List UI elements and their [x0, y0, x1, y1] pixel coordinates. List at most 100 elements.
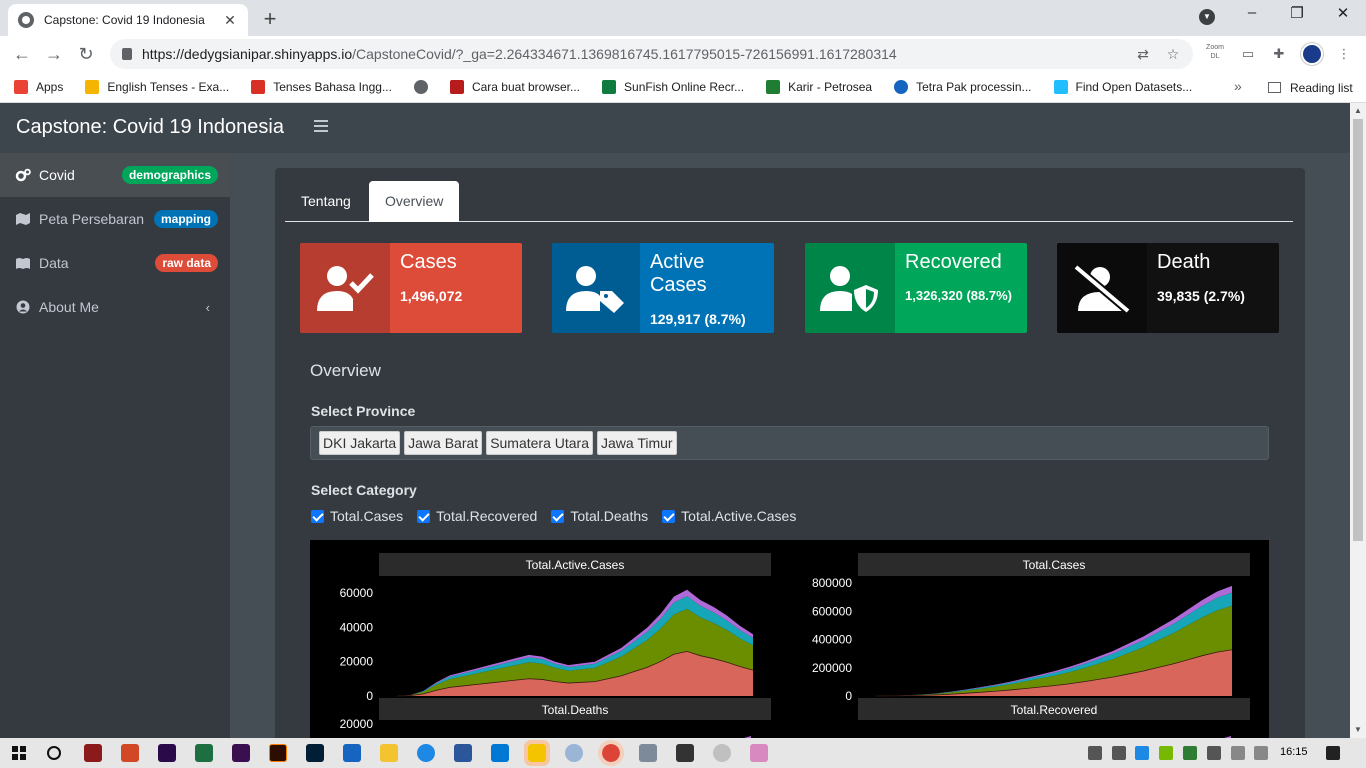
- search-icon[interactable]: [47, 746, 61, 760]
- sticky-notes-icon[interactable]: [524, 740, 550, 766]
- tab-overview[interactable]: Overview: [369, 181, 460, 222]
- extensions-puzzle-icon[interactable]: ✚: [1268, 43, 1290, 65]
- sidebar: Covid demographics Peta Persebaran mappi…: [0, 153, 230, 738]
- volume-icon[interactable]: [1254, 746, 1268, 760]
- excel-icon[interactable]: [195, 744, 213, 762]
- file-explorer-icon[interactable]: [380, 744, 398, 762]
- bookmark-item[interactable]: Cara buat browser...: [449, 80, 580, 94]
- chat-extension-icon[interactable]: ▭: [1237, 43, 1259, 65]
- address-bar[interactable]: https://dedygsianipar.shinyapps.io/Capst…: [110, 39, 1193, 69]
- category-checkbox[interactable]: Total.Cases: [311, 508, 403, 524]
- sidebar-item-about-me[interactable]: About Me ‹: [0, 285, 230, 329]
- clock[interactable]: 16:15: [1280, 746, 1308, 758]
- y-tick-label: 20000: [340, 655, 374, 669]
- checkbox-checked-icon[interactable]: [662, 509, 676, 523]
- sidebar-item-covid[interactable]: Covid demographics: [0, 153, 230, 197]
- category-checkbox[interactable]: Total.Deaths: [551, 508, 648, 524]
- bookmark-item[interactable]: Tenses Bahasa Ingg...: [251, 80, 392, 94]
- browser-tab[interactable]: Capstone: Covid 19 Indonesia ✕: [8, 4, 248, 36]
- y-tick-label: 800000: [812, 576, 852, 590]
- checkbox-checked-icon[interactable]: [551, 509, 565, 523]
- restore-icon[interactable]: ❐: [1282, 4, 1312, 22]
- province-chip[interactable]: Jawa Timur: [597, 431, 677, 455]
- powerpoint-icon[interactable]: [121, 744, 139, 762]
- province-multiselect[interactable]: DKI Jakarta Jawa Barat Sumatera Utara Ja…: [310, 426, 1269, 460]
- tab-tentang[interactable]: Tentang: [285, 181, 367, 222]
- app-icon[interactable]: [713, 744, 731, 762]
- rstudio-icon[interactable]: [565, 744, 583, 762]
- scroll-up-icon[interactable]: ▲: [1354, 106, 1362, 115]
- app-header: Capstone: Covid 19 Indonesia: [0, 103, 1350, 153]
- bookmark-star-icon[interactable]: ☆: [1163, 44, 1183, 64]
- bookmark-item[interactable]: SunFish Online Recr...: [602, 80, 744, 94]
- app-icon[interactable]: [676, 744, 694, 762]
- tab-search-icon[interactable]: ▼: [1199, 9, 1215, 25]
- y-tick-label: 200000: [812, 661, 852, 675]
- bookmark-item[interactable]: Tetra Pak processin...: [894, 80, 1032, 94]
- faceted-area-plot[interactable]: Total.Active.Cases 60000 40000 20000 0 Total.…: [310, 540, 1269, 738]
- illustrator-icon[interactable]: [269, 744, 287, 762]
- tray-icon[interactable]: [1088, 746, 1102, 760]
- reload-icon[interactable]: ↻: [74, 42, 98, 66]
- chrome-icon[interactable]: [598, 740, 624, 766]
- tray-icon[interactable]: [1112, 746, 1126, 760]
- url-text[interactable]: https://dedygsianipar.shinyapps.io/Capst…: [142, 46, 1133, 62]
- bookmark-item[interactable]: Karir - Petrosea: [766, 80, 872, 94]
- checkbox-checked-icon[interactable]: [311, 509, 324, 523]
- bookmarks-overflow-icon[interactable]: »: [1234, 78, 1242, 94]
- back-icon[interactable]: ←: [10, 42, 34, 66]
- sidebar-item-data[interactable]: Data raw data: [0, 241, 230, 285]
- reading-list-button[interactable]: Reading list: [1268, 72, 1353, 103]
- chevron-left-icon[interactable]: ‹: [206, 300, 210, 315]
- vscode-icon[interactable]: [491, 744, 509, 762]
- profile-avatar[interactable]: [1301, 43, 1323, 65]
- tray-icon[interactable]: [1135, 746, 1149, 760]
- word-icon[interactable]: [454, 744, 472, 762]
- province-chip[interactable]: DKI Jakarta: [319, 431, 401, 455]
- notifications-icon[interactable]: [1326, 746, 1340, 760]
- forward-icon[interactable]: →: [42, 42, 66, 66]
- province-chip[interactable]: Sumatera Utara: [486, 431, 594, 455]
- windows-start-icon[interactable]: [12, 746, 26, 760]
- app-icon[interactable]: [343, 744, 361, 762]
- province-chip[interactable]: Jawa Barat: [404, 431, 483, 455]
- sidebar-item-peta-persebaran[interactable]: Peta Persebaran mapping: [0, 197, 230, 241]
- new-tab-button[interactable]: +: [258, 6, 282, 32]
- app-icon[interactable]: [750, 744, 768, 762]
- value-box-active-cases: Active Cases 129,917 (8.7%): [552, 243, 774, 333]
- photoshop-icon[interactable]: [306, 744, 324, 762]
- app-icon[interactable]: [639, 744, 657, 762]
- character-animator-icon[interactable]: [232, 744, 250, 762]
- translate-icon[interactable]: ⇄: [1133, 44, 1153, 64]
- browser-menu-icon[interactable]: ⋮: [1333, 43, 1355, 65]
- app-icon[interactable]: [84, 744, 102, 762]
- edge-icon[interactable]: [417, 744, 435, 762]
- dashboard-app: Capstone: Covid 19 Indonesia Covid demog…: [0, 103, 1350, 738]
- bookmark-item[interactable]: Find Open Datasets...: [1053, 80, 1192, 94]
- scrollbar-thumb[interactable]: [1353, 119, 1363, 541]
- facet-title: Total.Active.Cases: [526, 558, 625, 572]
- after-effects-icon[interactable]: [158, 744, 176, 762]
- nvidia-icon[interactable]: [1159, 746, 1173, 760]
- scroll-down-icon[interactable]: ▼: [1354, 725, 1362, 734]
- bookmark-favicon: [894, 80, 909, 94]
- close-window-icon[interactable]: ✕: [1328, 4, 1358, 22]
- bookmark-apps[interactable]: Apps: [14, 80, 63, 94]
- page-scrollbar[interactable]: ▲ ▼: [1350, 103, 1366, 738]
- sidebar-toggle-icon[interactable]: [314, 120, 328, 132]
- close-tab-icon[interactable]: ✕: [222, 12, 238, 29]
- browser-tabbar: Capstone: Covid 19 Indonesia ✕ + ▼ – ❐ ✕: [0, 0, 1366, 36]
- minimize-icon[interactable]: –: [1237, 4, 1267, 21]
- tray-icon[interactable]: [1183, 746, 1197, 760]
- wifi-icon[interactable]: [1231, 746, 1245, 760]
- checkbox-checked-icon[interactable]: [417, 509, 431, 523]
- battery-icon[interactable]: [1207, 746, 1221, 760]
- category-checkbox[interactable]: Total.Recovered: [417, 508, 537, 524]
- bookmark-item[interactable]: English Tenses - Exa...: [85, 80, 229, 94]
- category-checkbox[interactable]: Total.Active.Cases: [662, 508, 796, 524]
- value-box-value: 1,326,320 (88.7%): [905, 288, 1012, 303]
- zoom-dl-icon[interactable]: Zoom DL: [1204, 43, 1226, 65]
- bookmark-favicon: [1053, 80, 1068, 94]
- bookmark-item[interactable]: [413, 80, 436, 94]
- app-brand[interactable]: Capstone: Covid 19 Indonesia: [16, 116, 284, 139]
